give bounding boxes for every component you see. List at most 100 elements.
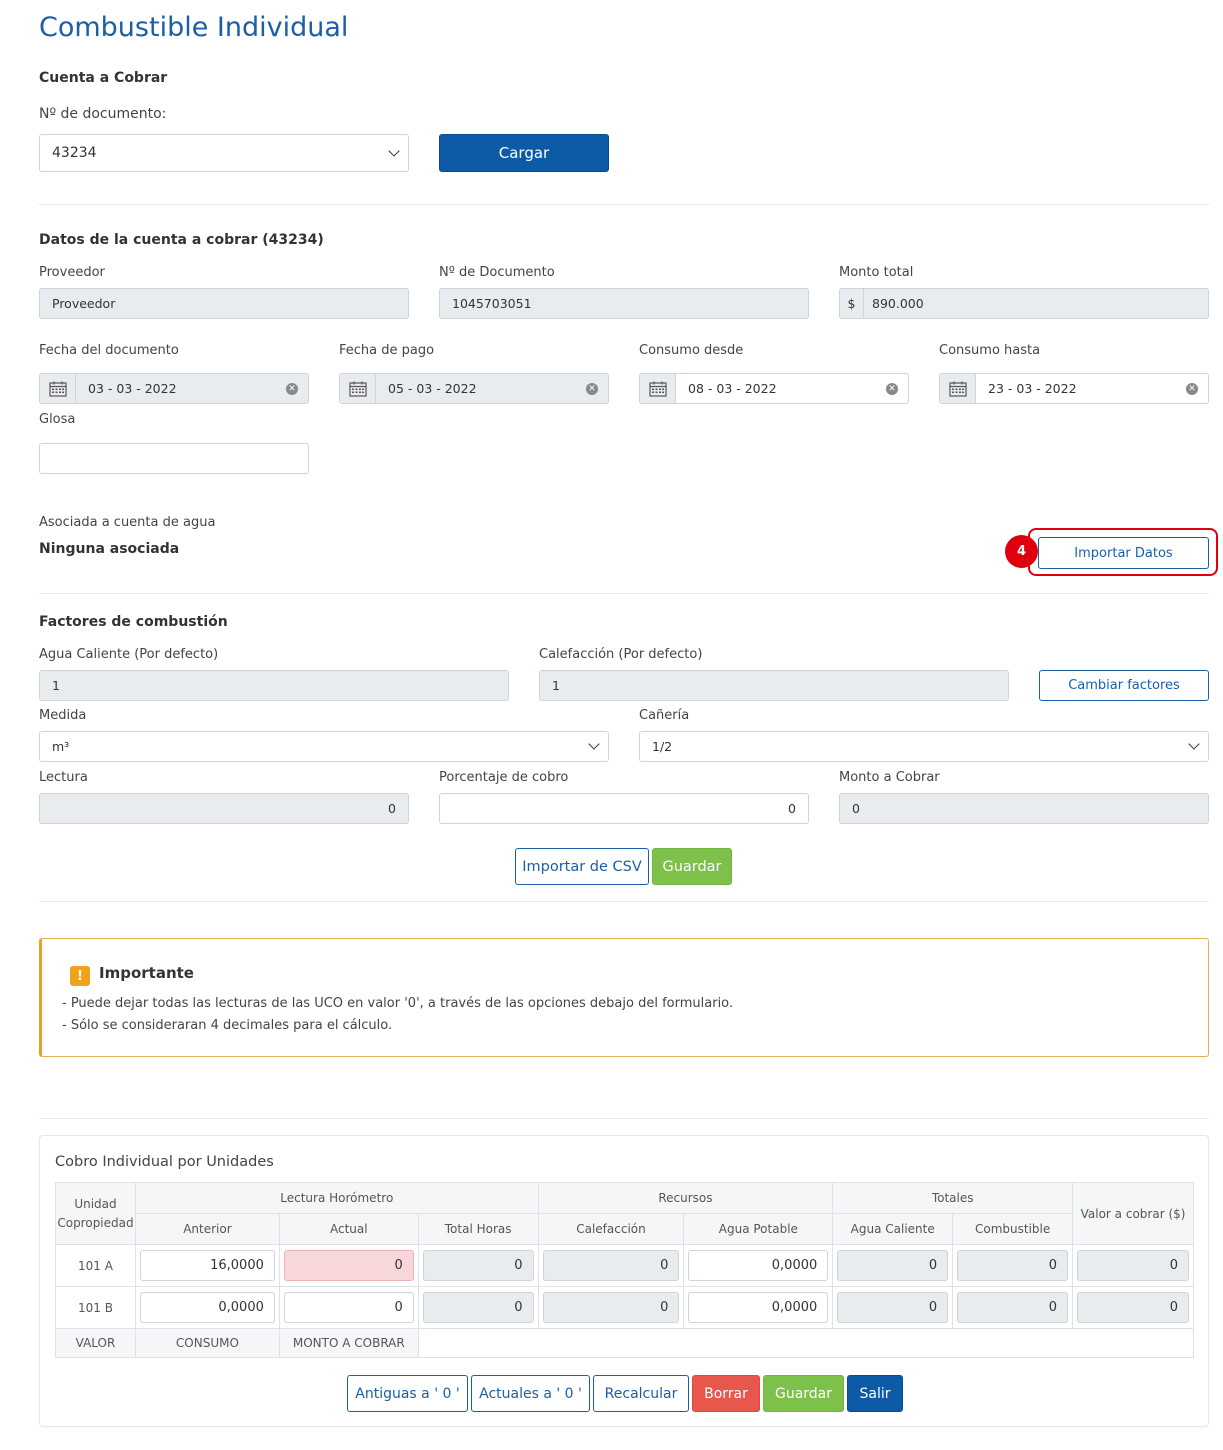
- divider: [39, 204, 1209, 205]
- proveedor-field: Proveedor: [39, 288, 409, 319]
- doc-select[interactable]: 43234: [39, 134, 409, 172]
- clear-icon[interactable]: ✕: [1186, 382, 1198, 395]
- delete-button[interactable]: Borrar: [692, 1375, 760, 1412]
- clear-icon[interactable]: ✕: [286, 382, 298, 395]
- exit-button[interactable]: Salir: [847, 1375, 903, 1412]
- fecha-pago-value: 05 - 03 - 2022: [388, 381, 477, 396]
- consumo-desde-field[interactable]: 08 - 03 - 2022 ✕: [639, 373, 909, 404]
- agua-label: Agua Caliente (Por defecto): [39, 647, 219, 662]
- footer-valor: VALOR: [55, 1328, 136, 1358]
- consumo-desde-label: Consumo desde: [639, 343, 744, 358]
- chevron-down-icon: [388, 145, 400, 157]
- calendar-icon[interactable]: [940, 374, 976, 403]
- cuenta-heading: Cuenta a Cobrar: [39, 70, 168, 86]
- porcentaje-value: 0: [788, 801, 796, 816]
- asociada-value: Ninguna asociada: [39, 541, 180, 557]
- row-unidad: 101 B: [55, 1286, 136, 1329]
- fecha-doc-label: Fecha del documento: [39, 343, 179, 358]
- agua-caliente-cell: 0: [837, 1292, 949, 1323]
- ndoc-label: Nº de Documento: [439, 265, 555, 280]
- calendar-icon[interactable]: [340, 374, 376, 403]
- consumo-hasta-field[interactable]: 23 - 03 - 2022 ✕: [939, 373, 1209, 404]
- consumo-desde-value: 08 - 03 - 2022: [688, 381, 777, 396]
- units-card: Cobro Individual por Unidades Unidad Cop…: [39, 1135, 1209, 1427]
- col-calefaccion: Calefacción: [537, 1213, 685, 1245]
- footer-monto: MONTO A COBRAR: [278, 1328, 419, 1358]
- agua-potable-input[interactable]: 0,0000: [688, 1250, 829, 1281]
- calendar-icon[interactable]: [640, 374, 676, 403]
- monto-value: 890.000: [872, 296, 924, 311]
- currency-prefix: $: [840, 289, 864, 318]
- clear-icon[interactable]: ✕: [886, 382, 898, 395]
- col-anterior: Anterior: [134, 1213, 280, 1245]
- lectura-field: 0: [39, 793, 409, 824]
- clear-icon[interactable]: ✕: [586, 382, 598, 395]
- proveedor-value: Proveedor: [52, 296, 116, 311]
- alert-line-2: - Sólo se consideraran 4 decimales para …: [62, 1018, 393, 1033]
- caneria-value: 1/2: [652, 739, 673, 754]
- col-agua-caliente: Agua Caliente: [832, 1213, 954, 1245]
- combustible-cell: 0: [957, 1292, 1069, 1323]
- lectura-label: Lectura: [39, 770, 88, 785]
- chevron-down-icon: [588, 738, 600, 750]
- lectura-value: 0: [388, 801, 396, 816]
- porcentaje-label: Porcentaje de cobro: [439, 770, 569, 785]
- import-data-button[interactable]: Importar Datos: [1038, 537, 1209, 569]
- medida-select[interactable]: m³: [39, 731, 609, 762]
- calefaccion-cell: 0: [542, 1250, 680, 1281]
- anterior-input[interactable]: 0,0000: [139, 1292, 275, 1323]
- datos-heading: Datos de la cuenta a cobrar (43234): [39, 232, 324, 248]
- anterior-input[interactable]: 16,0000: [139, 1250, 275, 1281]
- reset-current-button[interactable]: Actuales a ' 0 ': [471, 1375, 590, 1412]
- recalculate-button[interactable]: Recalcular: [593, 1375, 689, 1412]
- change-factors-button[interactable]: Cambiar factores: [1039, 670, 1209, 701]
- glosa-input[interactable]: [39, 443, 309, 474]
- fecha-doc-value: 03 - 03 - 2022: [88, 381, 177, 396]
- consumo-hasta-value: 23 - 03 - 2022: [988, 381, 1077, 396]
- divider: [39, 593, 1209, 594]
- calef-label: Calefacción (Por defecto): [539, 647, 703, 662]
- reset-old-button[interactable]: Antiguas a ' 0 ': [347, 1375, 468, 1412]
- save-button[interactable]: Guardar: [763, 1375, 844, 1412]
- col-valor: Valor a cobrar ($): [1072, 1182, 1194, 1245]
- actual-input[interactable]: 0: [283, 1292, 414, 1323]
- medida-label: Medida: [39, 708, 87, 723]
- alert-line-1: - Puede dejar todas las lecturas de las …: [62, 996, 734, 1011]
- col-total-horas: Total Horas: [417, 1213, 539, 1245]
- consumo-hasta-label: Consumo hasta: [939, 343, 1041, 358]
- calef-value: 1: [552, 678, 560, 693]
- glosa-label: Glosa: [39, 412, 76, 427]
- col-unidad: Unidad Copropiedad: [55, 1182, 136, 1245]
- doc-select-value: 43234: [52, 145, 97, 161]
- calendar-icon[interactable]: [40, 374, 76, 403]
- load-button[interactable]: Cargar: [439, 134, 609, 172]
- import-csv-button[interactable]: Importar de CSV: [515, 848, 649, 885]
- agua-caliente-cell: 0: [837, 1250, 949, 1281]
- alert-title: Importante: [99, 964, 194, 982]
- combustible-cell: 0: [957, 1250, 1069, 1281]
- actual-input[interactable]: 0: [283, 1250, 414, 1281]
- monto-cobrar-field: 0: [839, 793, 1209, 824]
- total-horas-cell: 0: [422, 1292, 534, 1323]
- porcentaje-input[interactable]: 0: [439, 793, 809, 824]
- medida-value: m³: [52, 739, 70, 754]
- fecha-doc-field[interactable]: 03 - 03 - 2022 ✕: [39, 373, 309, 404]
- caneria-select[interactable]: 1/2: [639, 731, 1209, 762]
- factores-heading: Factores de combustión: [39, 614, 228, 630]
- fecha-pago-field[interactable]: 05 - 03 - 2022 ✕: [339, 373, 609, 404]
- ndoc-value: 1045703051: [452, 296, 532, 311]
- calef-field: 1: [539, 670, 1009, 701]
- agua-potable-input[interactable]: 0,0000: [688, 1292, 829, 1323]
- footer-spacer: [417, 1328, 1195, 1358]
- proveedor-label: Proveedor: [39, 265, 105, 280]
- monto-cobrar-label: Monto a Cobrar: [839, 770, 940, 785]
- monto-label: Monto total: [839, 265, 914, 280]
- valor-cell: 0: [1077, 1250, 1189, 1281]
- agua-field: 1: [39, 670, 509, 701]
- doc-select-label: Nº de documento:: [39, 106, 167, 122]
- save-factors-button[interactable]: Guardar: [652, 848, 732, 885]
- fecha-pago-label: Fecha de pago: [339, 343, 435, 358]
- monto-field: $ 890.000: [839, 288, 1209, 319]
- exclamation-icon: !: [70, 966, 90, 986]
- divider: [39, 1118, 1209, 1119]
